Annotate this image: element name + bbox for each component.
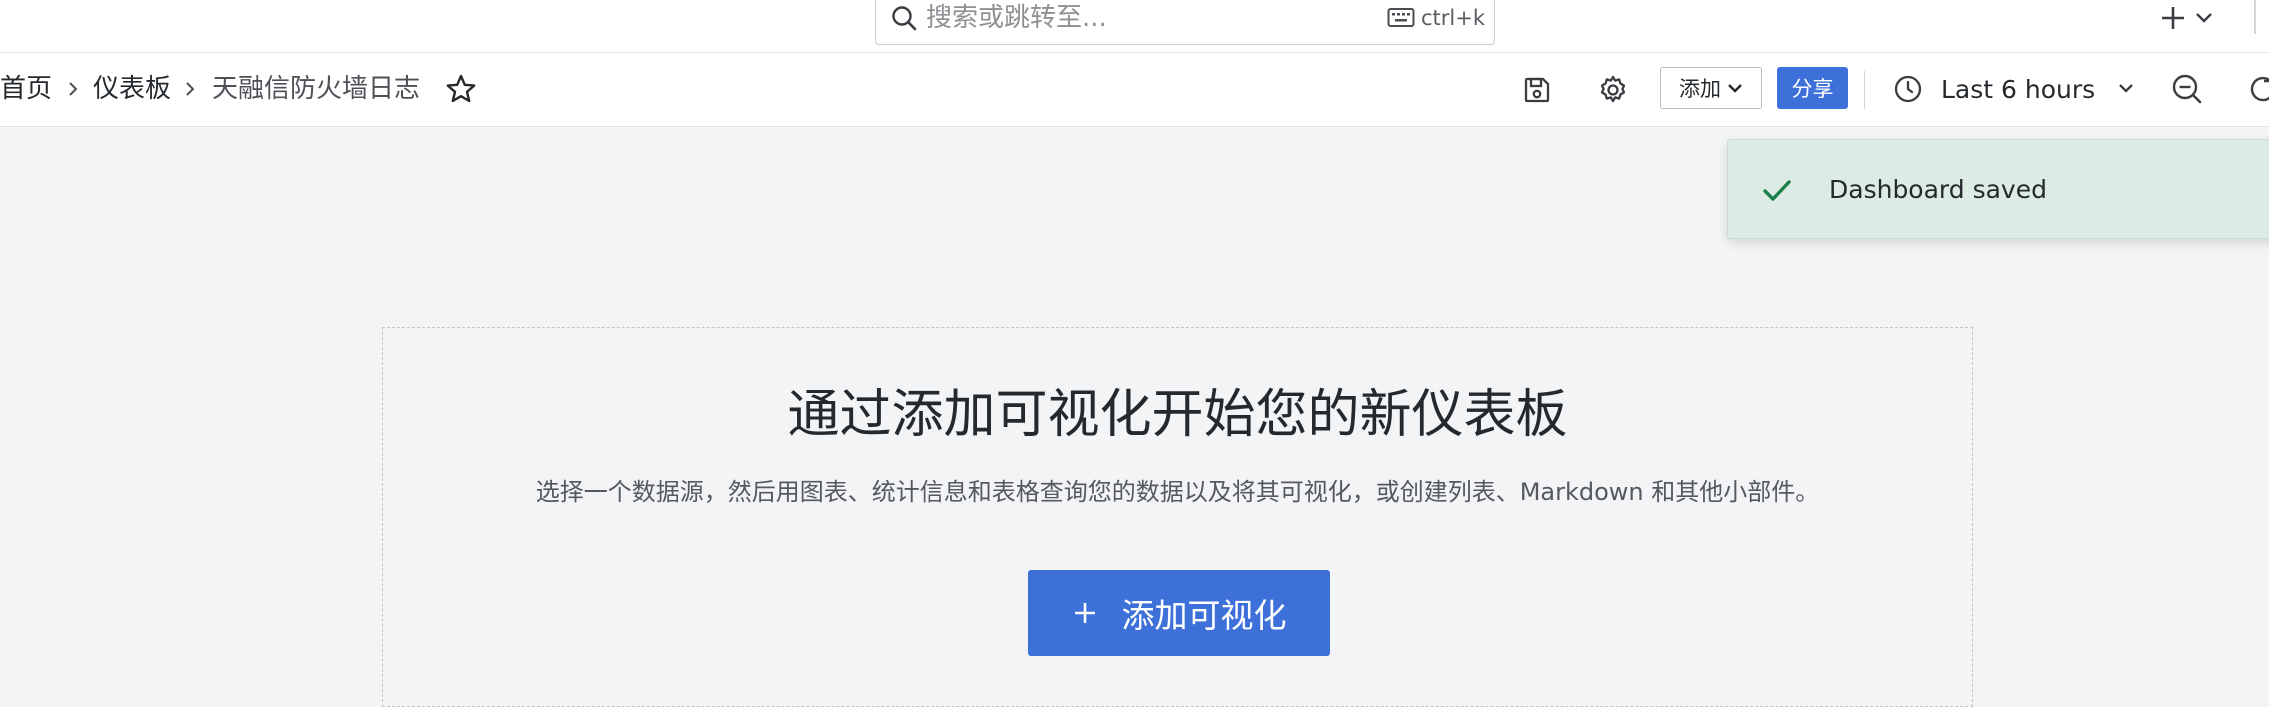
add-button[interactable]: 添加 [1660,67,1762,109]
add-button-label: 添加 [1679,77,1721,101]
clock-icon [1894,75,1922,103]
empty-dashboard-title: 通过添加可视化开始您的新仪表板 [787,385,1568,445]
time-range-picker[interactable]: Last 6 hours [1893,68,2139,110]
add-visualization-button[interactable]: 添加可视化 [1028,570,1330,656]
dashboard-toolbar: 首页 仪表板 天融信防火墙日志 添加 分享 Last 6 hours [0,53,2269,127]
breadcrumb-current: 天融信防火墙日志 [212,74,421,104]
plus-icon [1074,603,1095,623]
keyboard-icon [1387,8,1415,27]
chevron-right-icon [186,82,195,96]
chevron-right-icon [69,82,78,96]
time-range-label: Last 6 hours [1941,74,2096,104]
toast-message: Dashboard saved [1829,175,2047,204]
zoom-out-icon[interactable] [2169,71,2205,107]
check-icon [1763,180,1791,201]
toolbar-divider [1864,71,1865,109]
new-menu-button[interactable] [2158,2,2218,34]
success-toast: Dashboard saved [1727,139,2269,239]
plus-icon [2162,7,2184,29]
breadcrumb-dashboards[interactable]: 仪表板 [93,72,171,106]
chevron-down-icon [2119,84,2133,93]
share-button[interactable]: 分享 [1777,67,1848,109]
empty-dashboard-description: 选择一个数据源，然后用图表、统计信息和表格查询您的数据以及将其可视化，或创建列表… [535,478,1820,506]
search-input[interactable]: 搜索或跳转至... ctrl+k [875,0,1495,45]
search-placeholder: 搜索或跳转至... [926,3,1107,33]
gear-icon [1600,75,1626,103]
star-icon[interactable] [445,73,477,105]
chevron-down-icon [2196,13,2212,23]
refresh-icon[interactable] [2245,71,2269,107]
top-divider [2254,0,2256,34]
top-bar: 搜索或跳转至... ctrl+k [0,0,2269,53]
add-visualization-label: 添加可视化 [1121,596,1287,635]
empty-dashboard-card: 通过添加可视化开始您的新仪表板 选择一个数据源，然后用图表、统计信息和表格查询您… [382,327,1973,707]
search-icon [892,6,917,31]
breadcrumb-home[interactable]: 首页 [0,72,52,106]
settings-button[interactable] [1595,72,1631,108]
save-icon [1524,77,1550,103]
search-shortcut: ctrl+k [1421,6,1486,30]
chevron-down-icon [1728,84,1742,93]
save-dashboard-button[interactable] [1519,72,1555,108]
